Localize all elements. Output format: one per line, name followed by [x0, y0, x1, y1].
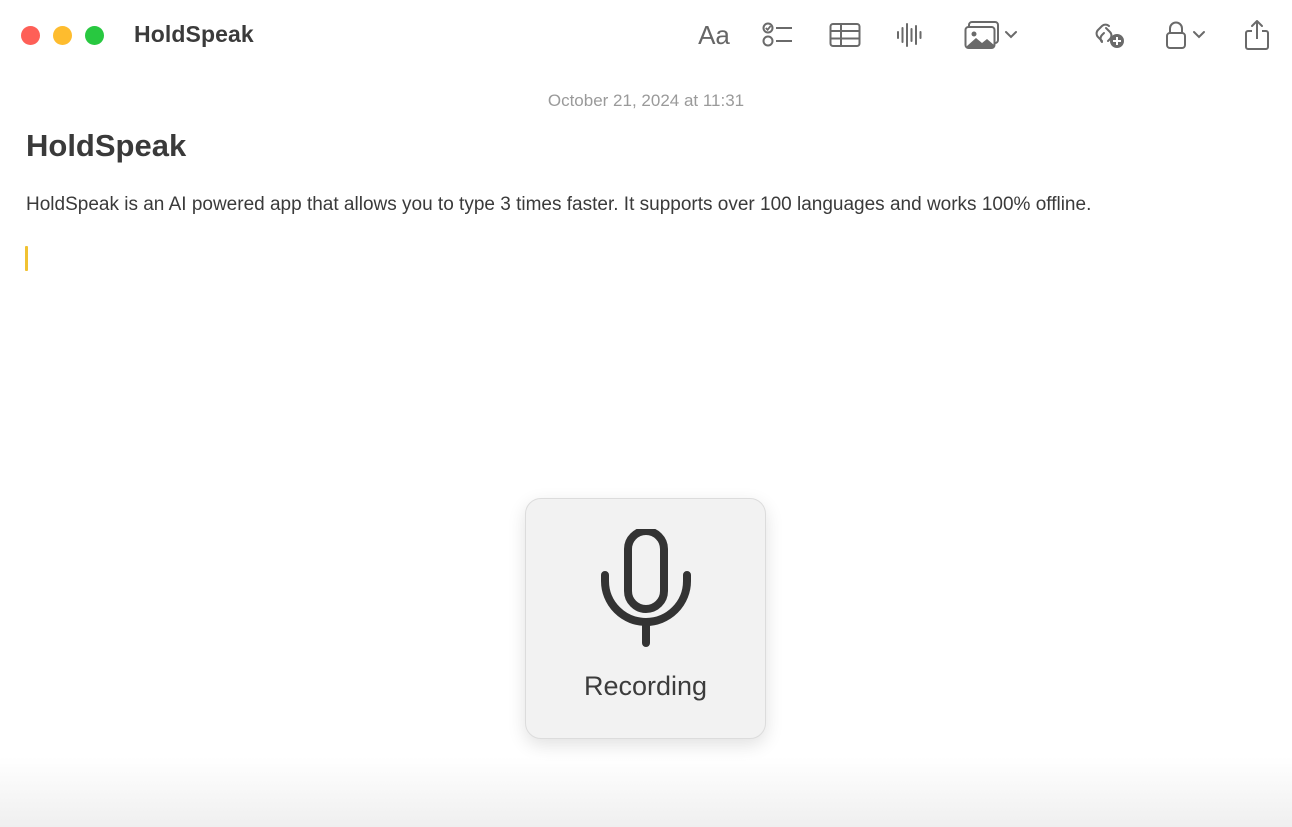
note-date: October 21, 2024 at 11:31	[547, 91, 745, 110]
notes-window: HoldSpeak Aa October 21, 2024 at 11:31 H…	[0, 0, 1292, 827]
text-caret	[25, 246, 28, 271]
minimize-window-button[interactable]	[53, 26, 72, 45]
media-button[interactable]	[958, 17, 1024, 53]
collaborate-button[interactable]	[1092, 17, 1128, 53]
note-body[interactable]: HoldSpeak is an AI powered app that allo…	[26, 194, 1091, 216]
media-icon	[964, 21, 999, 49]
close-window-button[interactable]	[21, 26, 40, 45]
table-button[interactable]	[827, 17, 863, 53]
recording-overlay: Recording	[525, 498, 766, 739]
share-button[interactable]	[1240, 17, 1274, 53]
title-bar: HoldSpeak Aa	[0, 0, 1292, 70]
table-icon	[829, 23, 861, 47]
recording-label: Recording	[583, 671, 708, 701]
lock-icon	[1166, 21, 1186, 49]
checklist-button[interactable]	[760, 17, 796, 53]
lock-button[interactable]	[1158, 17, 1212, 53]
microphone-icon	[601, 529, 691, 647]
share-icon	[1245, 20, 1269, 50]
format-text-button[interactable]: Aa	[694, 17, 734, 53]
chevron-down-icon	[1193, 31, 1205, 39]
chevron-down-icon	[1005, 31, 1017, 39]
checklist-icon	[762, 22, 792, 47]
audio-button[interactable]	[892, 17, 926, 53]
window-title: HoldSpeak	[134, 21, 254, 47]
note-title[interactable]: HoldSpeak	[26, 128, 186, 164]
bottom-edge	[0, 757, 1292, 827]
format-icon: Aa	[698, 19, 730, 50]
audio-waveform-icon	[897, 23, 922, 47]
maximize-window-button[interactable]	[85, 26, 104, 45]
collaborate-icon	[1095, 23, 1124, 48]
